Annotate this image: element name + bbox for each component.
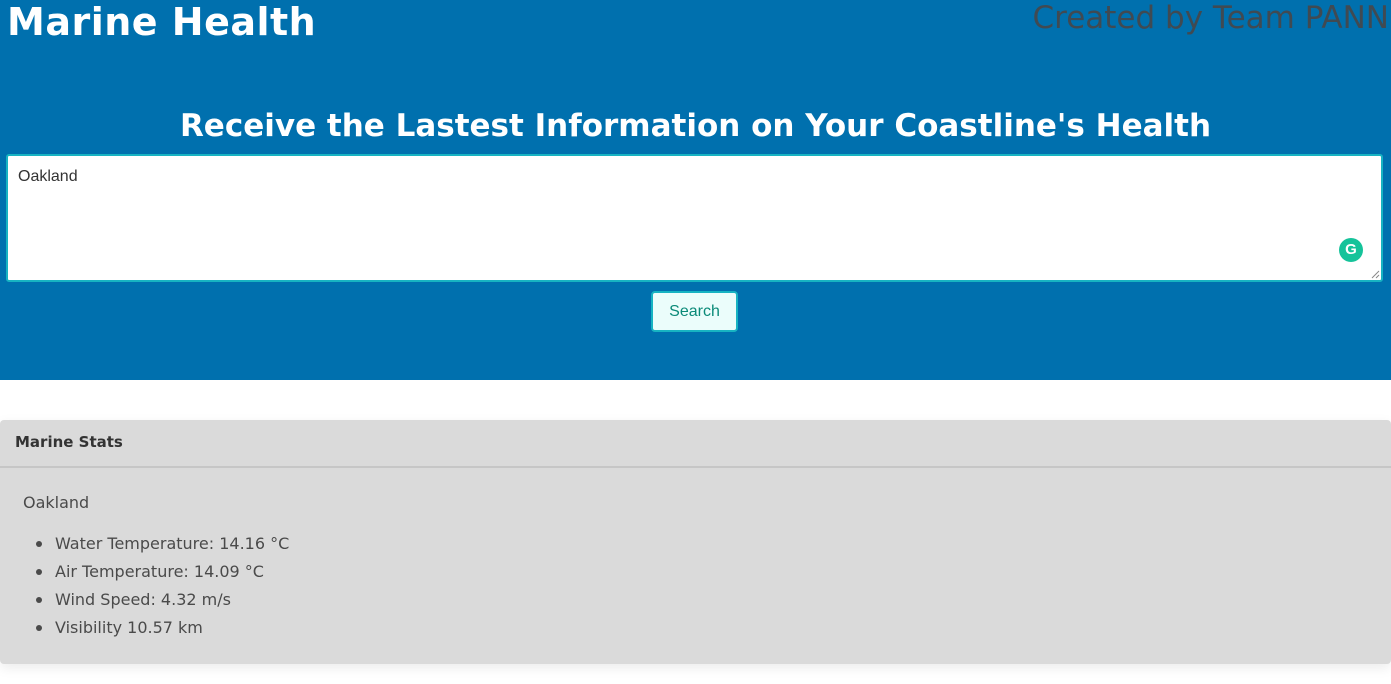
bullet-icon <box>36 597 42 603</box>
bullet-icon <box>36 541 42 547</box>
list-item: Air Temperature: 14.09 °C <box>36 558 289 586</box>
hero-banner: Marine Health Created by Team PANN Recei… <box>0 0 1391 380</box>
search-textarea-value: Oakland <box>18 168 78 185</box>
search-button[interactable]: Search <box>651 291 738 332</box>
list-item: Wind Speed: 4.32 m/s <box>36 586 289 614</box>
stat-water-temperature: Water Temperature: 14.16 °C <box>55 534 290 553</box>
stats-location: Oakland <box>23 493 90 512</box>
stat-visibility: Visibility 10.57 km <box>55 618 203 637</box>
team-credit: Created by Team PANN <box>1032 0 1390 36</box>
grammarly-icon[interactable]: G <box>1339 238 1363 262</box>
location-search-textarea[interactable]: Oakland G <box>6 154 1383 282</box>
stat-wind-speed: Wind Speed: 4.32 m/s <box>55 590 231 609</box>
page-tagline: Receive the Lastest Information on Your … <box>179 108 1212 144</box>
list-item: Water Temperature: 14.16 °C <box>36 530 290 558</box>
marine-stats-card: Marine Stats Oakland Water Temperature: … <box>0 420 1391 664</box>
stats-list: Water Temperature: 14.16 °C Air Temperat… <box>36 530 290 642</box>
resize-handle-icon[interactable] <box>1370 269 1380 279</box>
list-item: Visibility 10.57 km <box>36 614 289 642</box>
bullet-icon <box>36 569 42 575</box>
card-header: Marine Stats <box>0 420 1391 468</box>
bullet-icon <box>36 625 42 631</box>
site-title: Marine Health <box>7 0 317 44</box>
card-title: Marine Stats <box>15 433 123 451</box>
stat-air-temperature: Air Temperature: 14.09 °C <box>55 562 264 581</box>
